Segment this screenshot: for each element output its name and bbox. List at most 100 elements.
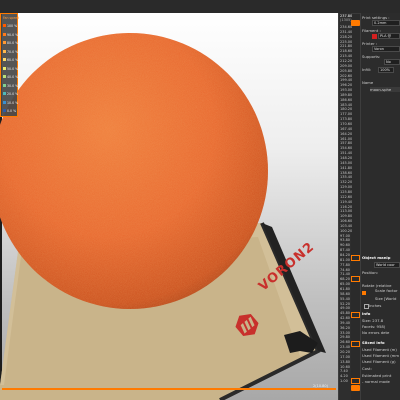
layer-tick-label: 58.60 [340, 291, 351, 296]
layer-readout-bottom: 2(10.80) [313, 384, 328, 388]
legend-item: 90.0 % [3, 32, 18, 37]
info-errors: No errors dete [362, 330, 390, 335]
layer-tick-label: 4.20 [340, 374, 348, 379]
layer-marker[interactable] [351, 255, 360, 261]
supports-select[interactable]: No [384, 59, 400, 65]
supports-label: Supports: [362, 54, 381, 59]
layer-tick-label: 183.40 [340, 102, 353, 107]
layer-tick-label: 161.00 [340, 136, 353, 141]
layer-tick-label: 10.60 [340, 364, 351, 369]
layer-tick-label: 228.20 [340, 34, 353, 39]
size-label: Size [World [375, 296, 397, 301]
estimated-time-label: Estimated print [362, 373, 392, 378]
layer-tick-label: 7.40 [340, 369, 348, 374]
layer-marker[interactable] [351, 341, 360, 347]
layer-tick-label: 106.60 [340, 219, 353, 224]
layer-upper-handle[interactable] [351, 20, 360, 26]
legend-swatch [3, 41, 6, 44]
layer-tick-label: 87.40 [340, 248, 351, 253]
legend-item: 70.0 % [3, 49, 18, 54]
print-settings-select[interactable]: 0.2mm [372, 20, 400, 26]
layer-tick-label: 234.60 [340, 25, 353, 29]
layer-tick-label: 202.60 [340, 73, 353, 78]
top-toolbar [0, 0, 400, 14]
layer-tick-label: 221.80 [340, 44, 353, 49]
layer-tick-label: 103.40 [340, 223, 353, 228]
legend-swatch [3, 58, 6, 61]
layer-tick-label: 164.20 [340, 131, 353, 136]
layer-tick-label: 157.80 [340, 141, 353, 146]
info-header: Info [362, 311, 371, 316]
layer-tick-label: 68.20 [340, 277, 351, 282]
layer-tick-label: 209.00 [340, 63, 353, 68]
legend-label: 10.0 % [7, 100, 19, 105]
layer-tick-label: 45.80 [340, 311, 351, 316]
legend-label: 60.0 % [7, 58, 19, 62]
legend-title: Fan speed [3, 16, 20, 20]
layer-tick-label: 119.40 [340, 199, 353, 204]
layer-tick-label: 199.40 [340, 78, 353, 83]
layer-tick-label: 225.00 [340, 39, 353, 44]
layer-tick-label: 61.80 [340, 286, 351, 291]
info-size: Size: 237.8 [362, 318, 384, 323]
object-list-item[interactable]: moon-sphe [370, 87, 400, 92]
layer-tick-label: 145.00 [340, 160, 353, 165]
legend-swatch [3, 24, 6, 27]
legend-label: 40.0 % [7, 75, 19, 79]
legend-swatch [3, 66, 6, 70]
filament-color-swatch[interactable] [372, 34, 377, 39]
layer-tick-label: 231.40 [340, 29, 353, 34]
legend-item: 30.0 % [3, 83, 18, 88]
layer-tick-label: 29.80 [340, 335, 351, 340]
normal-mode-label: - normal mode [362, 379, 390, 384]
layer-tick-label: 173.80 [340, 117, 353, 122]
layer-marker[interactable] [351, 378, 360, 384]
layer-tick-label: 189.80 [340, 92, 353, 97]
printer-select[interactable]: Voron [372, 46, 400, 52]
layer-tick-label: 116.20 [340, 204, 353, 209]
infill-select[interactable]: 100% [378, 67, 394, 73]
inches-checkbox-label[interactable]: Inches [369, 303, 381, 308]
legend-swatch [3, 75, 6, 78]
layer-tick-label: 141.80 [340, 165, 353, 170]
layer-tick-label: 122.60 [340, 194, 353, 199]
layer-tick-label: 74.60 [340, 267, 351, 272]
legend-label: 100 % [7, 24, 18, 28]
layer-tick-label: 148.20 [340, 155, 353, 160]
layer-tick-label: 132.20 [340, 180, 353, 185]
object-list-name-header: Name [362, 80, 374, 85]
layer-tick-label: 154.60 [340, 146, 353, 151]
layer-tick-label: 135.40 [340, 175, 353, 180]
layer-lower-handle[interactable] [351, 385, 360, 391]
legend-swatch [3, 49, 6, 53]
layer-tick-label: 215.40 [340, 54, 353, 59]
layer-tick-label: 177.00 [340, 112, 353, 117]
legend-label: 80.0 % [7, 41, 19, 45]
layer-tick-label: 167.40 [340, 126, 353, 131]
layer-tick-label: 186.60 [340, 97, 353, 102]
legend-label: 0.0 % [7, 109, 17, 113]
layer-top-count: (1305) [340, 18, 352, 22]
collapse-sidebar-button[interactable]: » [318, 17, 332, 31]
legend-swatch [3, 92, 6, 95]
object-manipulation-header: Object manip [362, 255, 391, 260]
layer-tick-label: 42.60 [340, 316, 351, 321]
world-coordinates-select[interactable]: World coor [374, 262, 400, 268]
layer-tick-label: 55.40 [340, 296, 351, 301]
legend-item: 40.0 % [3, 75, 18, 79]
layer-tick-label: 65.00 [340, 282, 351, 287]
layer-tick-label: 113.00 [340, 209, 353, 214]
scale-factors-label: Scale factor [375, 288, 398, 293]
fan-speed-legend: Fan speed 100 % 90.0 % 80.0 % 70.0 % 60.0 % 5… [0, 13, 20, 117]
3d-viewport[interactable]: VORON2 [0, 13, 338, 400]
inches-checkbox[interactable] [364, 304, 369, 309]
scene-render [0, 33, 336, 400]
layer-tick-label: 84.20 [340, 253, 351, 257]
layer-marker[interactable] [351, 276, 360, 282]
layer-tick-label: 81.00 [340, 257, 351, 262]
layer-marker[interactable] [351, 312, 360, 318]
layer-tick-label: 138.60 [340, 170, 353, 175]
legend-item: 20.0 % [3, 92, 18, 96]
lock-icon[interactable] [362, 291, 366, 295]
filament-select[interactable]: PLA @ [378, 33, 400, 39]
